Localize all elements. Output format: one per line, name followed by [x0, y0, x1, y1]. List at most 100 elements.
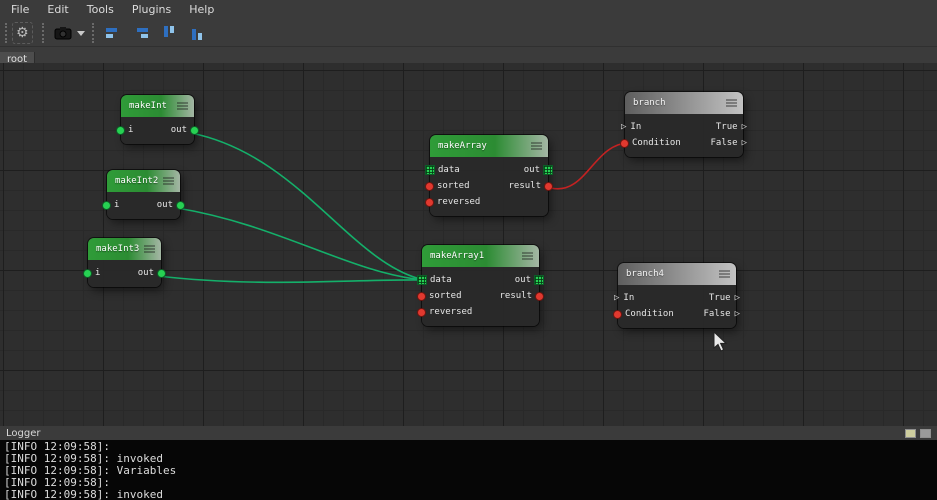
pin-label: True — [708, 293, 731, 303]
node-title: makeInt3 — [96, 244, 140, 254]
pin-out-output[interactable] — [158, 269, 165, 277]
align-left-button[interactable] — [102, 21, 124, 45]
pin-data-input[interactable] — [418, 276, 426, 284]
pin-sorted-input[interactable] — [418, 292, 425, 300]
node-title: branch — [633, 98, 666, 108]
pin-label: In — [623, 293, 635, 303]
hamburger-icon[interactable] — [719, 270, 730, 278]
pin-label: out — [137, 268, 154, 278]
node-header[interactable]: makeInt — [121, 95, 194, 117]
node-branch[interactable]: branch ▷ In True ▷ Condition False ▷ — [621, 92, 747, 157]
node-body: i out — [84, 260, 165, 287]
pin-label: True — [715, 122, 738, 132]
logger-float-icon[interactable] — [920, 428, 931, 438]
node-title: makeArray1 — [430, 251, 485, 261]
node-branch4[interactable]: branch4 ▷ In True ▷ Condition False ▷ — [614, 263, 740, 328]
hamburger-icon[interactable] — [531, 142, 542, 150]
log-line: [INFO 12:09:58]: invoked — [4, 488, 163, 500]
node-graph-canvas[interactable]: makeInt i out makeInt2 i out makeInt3 i … — [0, 63, 937, 426]
node-header[interactable]: makeArray — [430, 135, 548, 157]
node-editor-window: File Edit Tools Plugins Help ⚙ root make… — [0, 0, 937, 500]
hamburger-icon[interactable] — [522, 252, 533, 260]
menu-tools[interactable]: Tools — [78, 1, 123, 18]
node-body: data out sorted result reversed — [426, 157, 552, 216]
hamburger-icon[interactable] — [163, 177, 174, 185]
align-top-button[interactable] — [158, 21, 180, 45]
wire-makeArray-result-to-branch-condition[interactable] — [550, 142, 630, 190]
pin-label: In — [630, 122, 642, 132]
align-top-icon — [163, 26, 174, 37]
node-header[interactable]: makeInt2 — [107, 170, 180, 192]
node-header[interactable]: branch4 — [618, 263, 736, 285]
logger-header: Logger — [0, 426, 937, 440]
pin-out-output[interactable] — [191, 126, 198, 134]
pin-out-output[interactable] — [544, 166, 552, 174]
wire-makeInt3-out-to-makeArray1-data[interactable] — [157, 275, 425, 284]
node-header[interactable]: branch — [625, 92, 743, 114]
top-chrome: File Edit Tools Plugins Help ⚙ — [0, 0, 937, 47]
hamburger-icon[interactable] — [726, 99, 737, 107]
pin-label: out — [514, 275, 531, 285]
pin-reversed-input[interactable] — [418, 308, 425, 316]
node-title: makeArray — [438, 141, 487, 151]
node-makeArray[interactable]: makeArray data out sorted result reverse… — [426, 135, 552, 216]
node-title: makeInt — [129, 101, 167, 111]
toolbar-drag-handle-2[interactable] — [41, 23, 46, 43]
align-right-button[interactable] — [130, 21, 152, 45]
node-title: makeInt2 — [115, 176, 159, 186]
pin-label: i — [114, 200, 120, 210]
toolbar-drag-handle-3[interactable] — [91, 23, 96, 43]
wire-makeInt-out-to-makeArray1-data[interactable] — [190, 132, 425, 281]
pin-condition-input[interactable] — [614, 310, 621, 318]
node-makeInt2[interactable]: makeInt2 i out — [103, 170, 184, 219]
node-makeArray1[interactable]: makeArray1 data out sorted result revers… — [418, 245, 543, 326]
settings-gear-button[interactable]: ⚙ — [12, 22, 33, 44]
node-makeInt3[interactable]: makeInt3 i out — [84, 238, 165, 287]
pin-exec-in[interactable]: ▷ — [621, 122, 626, 132]
pin-out-output[interactable] — [535, 276, 543, 284]
gear-icon: ⚙ — [16, 25, 29, 41]
node-header[interactable]: makeArray1 — [422, 245, 539, 267]
screenshot-button[interactable] — [52, 21, 74, 45]
pin-data-input[interactable] — [426, 166, 434, 174]
pin-false-output[interactable]: ▷ — [735, 309, 740, 319]
menu-edit[interactable]: Edit — [38, 1, 77, 18]
pin-label: result — [499, 291, 532, 301]
menu-help[interactable]: Help — [180, 1, 223, 18]
pin-label: Condition — [625, 309, 674, 319]
hamburger-icon[interactable] — [177, 102, 188, 110]
pin-i-input[interactable] — [117, 126, 124, 134]
menu-file[interactable]: File — [2, 1, 38, 18]
wire-makeInt2-out-to-makeArray1-data[interactable] — [176, 207, 425, 281]
align-bottom-icon — [191, 29, 202, 40]
pin-label: out — [156, 200, 173, 210]
pin-exec-in[interactable]: ▷ — [614, 293, 619, 303]
pin-label: sorted — [429, 291, 462, 301]
camera-icon — [54, 27, 72, 40]
graph-tab-strip: root — [0, 47, 937, 68]
pin-i-input[interactable] — [103, 201, 110, 209]
node-header[interactable]: makeInt3 — [88, 238, 161, 260]
menu-plugins[interactable]: Plugins — [123, 1, 180, 18]
pin-false-output[interactable]: ▷ — [742, 138, 747, 148]
hamburger-icon[interactable] — [144, 245, 155, 253]
pin-condition-input[interactable] — [621, 139, 628, 147]
logger-output[interactable]: [INFO 12:09:58]: [INFO 12:09:58]: invoke… — [0, 440, 937, 500]
chevron-down-icon[interactable] — [76, 30, 85, 36]
logger-dock-icon[interactable] — [905, 428, 916, 438]
pin-sorted-input[interactable] — [426, 182, 433, 190]
pin-true-output[interactable]: ▷ — [735, 293, 740, 303]
toolbar-drag-handle[interactable] — [5, 23, 9, 43]
pin-label: False — [703, 309, 731, 319]
align-bottom-button[interactable] — [186, 21, 208, 45]
pin-true-output[interactable]: ▷ — [742, 122, 747, 132]
node-body: i out — [117, 117, 198, 144]
pin-out-output[interactable] — [177, 201, 184, 209]
pin-reversed-input[interactable] — [426, 198, 433, 206]
pin-result-output[interactable] — [536, 292, 543, 300]
pin-label: result — [508, 181, 541, 191]
pin-result-output[interactable] — [545, 182, 552, 190]
pin-label: data — [438, 165, 460, 175]
pin-i-input[interactable] — [84, 269, 91, 277]
node-makeInt[interactable]: makeInt i out — [117, 95, 198, 144]
